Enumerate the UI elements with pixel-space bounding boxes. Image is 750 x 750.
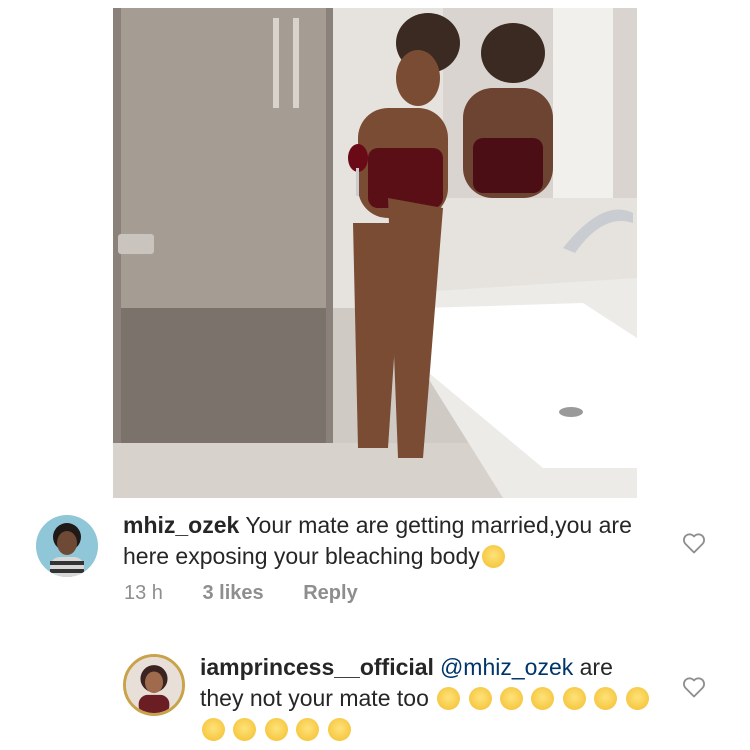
username[interactable]: iamprincess__official — [200, 654, 434, 680]
user-avatar-image — [36, 515, 98, 577]
loudly-crying-face-emoji-icon — [594, 687, 618, 710]
loudly-crying-face-emoji-icon — [233, 718, 257, 741]
loudly-crying-face-emoji-icon — [500, 687, 524, 710]
comment-text: mhiz_ozek Your mate are getting married,y… — [123, 510, 653, 572]
user-avatar-image — [126, 657, 182, 713]
avatar[interactable] — [123, 654, 185, 716]
loudly-crying-face-emoji-icon — [202, 718, 225, 741]
loudly-crying-face-emoji-icon — [562, 687, 586, 710]
loudly-crying-face-emoji-icon — [531, 687, 555, 710]
loudly-crying-face-emoji-icon — [468, 687, 492, 710]
username[interactable]: mhiz_ozek — [123, 512, 239, 538]
comment-time: 13 h — [124, 582, 163, 604]
post-photo[interactable] — [113, 8, 637, 498]
heart-icon[interactable] — [682, 676, 706, 698]
comment-meta: 13 h 3 likes Reply — [124, 582, 392, 605]
loudly-crying-face-emoji-icon — [296, 718, 320, 741]
likes-count-link[interactable]: 3 likes — [203, 582, 264, 604]
comment-text: iamprincess__official @mhiz_ozek are they… — [200, 652, 660, 745]
loudly-crying-face-emoji-icon — [264, 718, 288, 741]
loudly-crying-face-emoji-icon — [327, 718, 351, 741]
heart-icon[interactable] — [682, 532, 706, 554]
post-image — [113, 8, 637, 498]
loudly-crying-face-emoji-icon — [437, 687, 461, 710]
reply-button[interactable]: Reply — [303, 582, 357, 604]
avatar[interactable] — [36, 515, 98, 577]
mention-link[interactable]: @mhiz_ozek — [440, 654, 573, 680]
rolling-eyes-face-emoji-icon — [481, 545, 505, 568]
loudly-crying-face-emoji-icon — [625, 687, 649, 710]
